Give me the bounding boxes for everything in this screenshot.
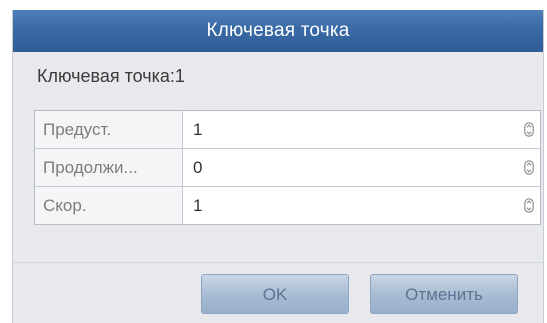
- up-down-spinner-icon[interactable]: [524, 198, 534, 213]
- preset-label: Предуст.: [35, 111, 183, 148]
- table-row-preset: Предуст. 1: [35, 111, 540, 149]
- settings-table: Предуст. 1 Продолжи... 0 Скор. 1: [34, 110, 541, 225]
- up-down-spinner-icon[interactable]: [524, 122, 534, 137]
- dialog-title: Ключевая точка: [13, 10, 543, 52]
- preset-spinner[interactable]: 1: [183, 111, 540, 148]
- speed-value[interactable]: 1: [193, 196, 202, 215]
- speed-spinner[interactable]: 1: [183, 187, 540, 224]
- speed-label: Скор.: [35, 187, 183, 224]
- keypoint-dialog: Ключевая точка Ключевая точка:1 Предуст.…: [12, 10, 544, 323]
- cancel-button[interactable]: Отменить: [370, 274, 518, 314]
- keypoint-heading: Ключевая точка:1: [37, 66, 185, 86]
- ok-button[interactable]: OK: [201, 274, 349, 314]
- duration-spinner[interactable]: 0: [183, 149, 540, 186]
- duration-value[interactable]: 0: [193, 158, 202, 177]
- footer-divider: [13, 262, 543, 263]
- table-row-speed: Скор. 1: [35, 187, 540, 224]
- duration-label: Продолжи...: [35, 149, 183, 186]
- table-row-duration: Продолжи... 0: [35, 149, 540, 187]
- up-down-spinner-icon[interactable]: [524, 160, 534, 175]
- preset-value[interactable]: 1: [193, 120, 202, 139]
